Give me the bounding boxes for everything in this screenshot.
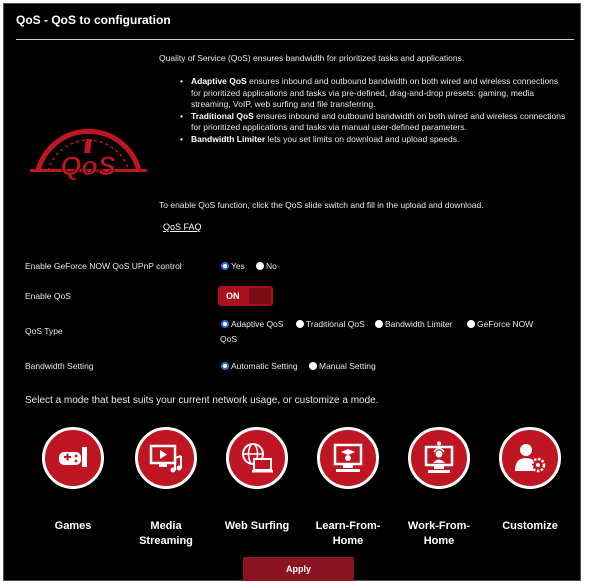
feature-adaptive-qos: Adaptive QoS ensures inbound and outboun… bbox=[180, 76, 570, 111]
bandwidth-setting-label: Bandwidth Setting bbox=[25, 361, 94, 371]
radio-icon[interactable] bbox=[256, 262, 264, 270]
mode-label: Web Surfing bbox=[224, 520, 290, 532]
page-title: QoS - QoS to configuration bbox=[16, 13, 171, 27]
mode-label: Work-From- bbox=[407, 520, 471, 532]
qos-type-geforce-now-wrap: QoS bbox=[220, 334, 238, 344]
mode-label-line2: Home bbox=[332, 535, 364, 547]
qos-faq-link[interactable]: QoS FAQ bbox=[163, 222, 202, 232]
radio-icon[interactable] bbox=[296, 320, 304, 328]
option-label: Yes bbox=[231, 261, 245, 271]
option-label: GeForce NOW bbox=[477, 319, 534, 329]
option-label: Bandwidth Limiter bbox=[385, 319, 453, 329]
radio-icon[interactable] bbox=[375, 320, 383, 328]
radio-icon[interactable] bbox=[309, 362, 317, 370]
qos-type-label: QoS Type bbox=[25, 326, 63, 336]
apply-button[interactable]: Apply bbox=[243, 557, 354, 581]
web-surfing-icon[interactable] bbox=[226, 427, 288, 489]
feature-text: ensures inbound and outbound bandwidth o… bbox=[191, 76, 559, 109]
mode-label-line2: Streaming bbox=[139, 535, 193, 547]
work-from-home-icon[interactable] bbox=[408, 427, 470, 489]
mode-label: Games bbox=[54, 520, 92, 532]
mode-label-line2: Home bbox=[423, 535, 455, 547]
customize-icon[interactable] bbox=[499, 427, 561, 489]
enable-qos-toggle[interactable]: ON bbox=[218, 286, 273, 306]
qos-type-geforce-now[interactable]: GeForce NOW bbox=[467, 319, 533, 329]
gamepad-icon[interactable] bbox=[42, 427, 104, 489]
learn-from-home-icon[interactable] bbox=[317, 427, 379, 489]
feature-text: lets you set limits on download and uplo… bbox=[265, 133, 460, 144]
option-label: Adaptive QoS bbox=[231, 319, 284, 329]
enable-instructions: To enable QoS function, click the QoS sl… bbox=[159, 200, 484, 210]
feature-name: Traditional QoS bbox=[191, 110, 254, 121]
qos-type-adaptive[interactable]: Adaptive QoS bbox=[221, 319, 283, 329]
geforce-upnp-no[interactable]: No bbox=[256, 261, 277, 271]
option-label: Manual Setting bbox=[319, 361, 376, 371]
geforce-upnp-yes[interactable]: Yes bbox=[221, 261, 245, 271]
mode-label: Customize bbox=[502, 520, 558, 532]
radio-icon[interactable] bbox=[467, 320, 475, 328]
option-label: Traditional QoS bbox=[306, 319, 365, 329]
toggle-knob bbox=[249, 288, 271, 304]
bandwidth-automatic[interactable]: Automatic Setting bbox=[221, 361, 298, 371]
toggle-state-text: ON bbox=[226, 291, 240, 301]
title-divider bbox=[16, 39, 574, 40]
mode-label: Media bbox=[150, 520, 182, 532]
radio-selected-icon[interactable] bbox=[221, 362, 229, 370]
feature-name: Adaptive QoS bbox=[191, 76, 247, 86]
qos-type-traditional[interactable]: Traditional QoS bbox=[296, 319, 365, 329]
option-label: Automatic Setting bbox=[231, 361, 298, 371]
enable-qos-label: Enable QoS bbox=[25, 291, 71, 301]
qos-feature-list: Adaptive QoS ensures inbound and outboun… bbox=[180, 76, 570, 145]
qos-logo-text: QoS bbox=[60, 151, 116, 181]
feature-name: Bandwidth Limiter bbox=[191, 133, 266, 144]
media-streaming-icon[interactable] bbox=[135, 427, 197, 489]
radio-selected-icon[interactable] bbox=[221, 262, 229, 270]
intro-paragraph: Quality of Service (QoS) ensures bandwid… bbox=[159, 53, 465, 63]
mode-heading: Select a mode that best suits your curre… bbox=[25, 395, 379, 406]
option-label: No bbox=[266, 261, 277, 271]
bandwidth-manual[interactable]: Manual Setting bbox=[309, 361, 376, 371]
qos-intro-text: Quality of Service (QoS) ensures bandwid… bbox=[159, 53, 569, 65]
radio-selected-icon[interactable] bbox=[221, 320, 229, 328]
feature-bandwidth-limiter: Bandwidth Limiter lets you set limits on… bbox=[180, 134, 570, 146]
mode-label: Learn-From- bbox=[315, 520, 381, 532]
geforce-upnp-label: Enable GeForce NOW QoS UPnP control bbox=[25, 261, 182, 271]
feature-traditional-qos: Traditional QoS ensures inbound and outb… bbox=[180, 111, 570, 134]
qos-logo: QoS bbox=[30, 128, 147, 181]
qos-type-bandwidth-limiter[interactable]: Bandwidth Limiter bbox=[375, 319, 453, 329]
qos-panel: QoS - QoS to configuration QoS Quality o… bbox=[3, 3, 581, 581]
